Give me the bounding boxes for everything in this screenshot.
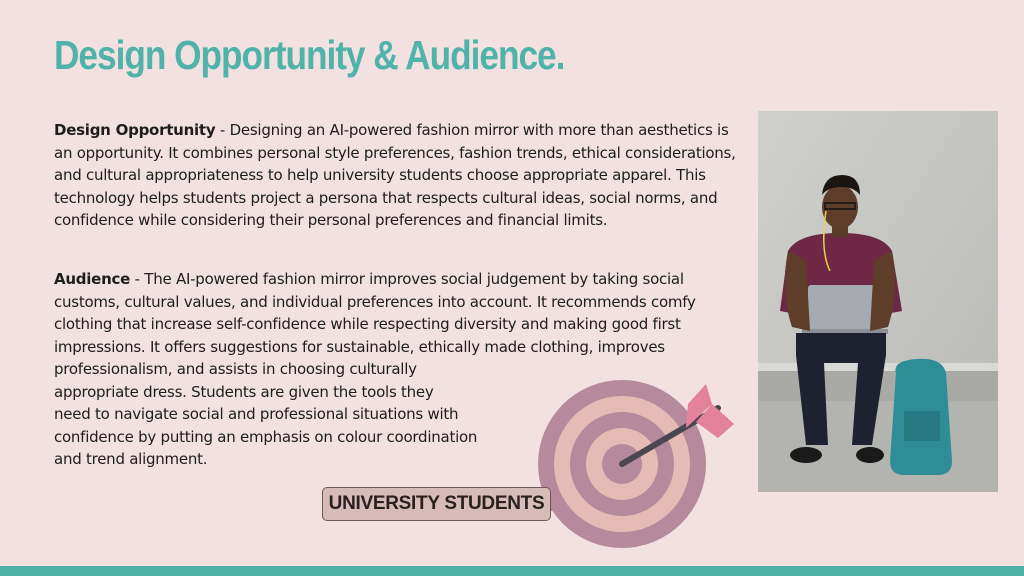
audience-text: - The AI-powered fashion mirror improves… xyxy=(130,270,684,288)
audience-line: Audience - The AI-powered fashion mirror… xyxy=(54,268,744,291)
student-photo xyxy=(758,111,998,492)
audience-line: impressions. It offers suggestions for s… xyxy=(54,337,665,356)
footer-accent-bar xyxy=(0,566,1024,576)
audience-line: customs, cultural values, and individual… xyxy=(54,292,696,311)
slide-title: Design Opportunity & Audience. xyxy=(54,32,565,78)
design-opportunity-paragraph: Design Opportunity - Designing an AI-pow… xyxy=(54,119,744,232)
target-audience-label: UNIVERSITY STUDENTS xyxy=(322,487,551,521)
target-icon xyxy=(538,380,734,548)
audience-line: clothing that increase self-confidence w… xyxy=(54,315,681,333)
design-opportunity-label: Design Opportunity xyxy=(54,121,216,139)
audience-label: Audience xyxy=(54,270,131,288)
